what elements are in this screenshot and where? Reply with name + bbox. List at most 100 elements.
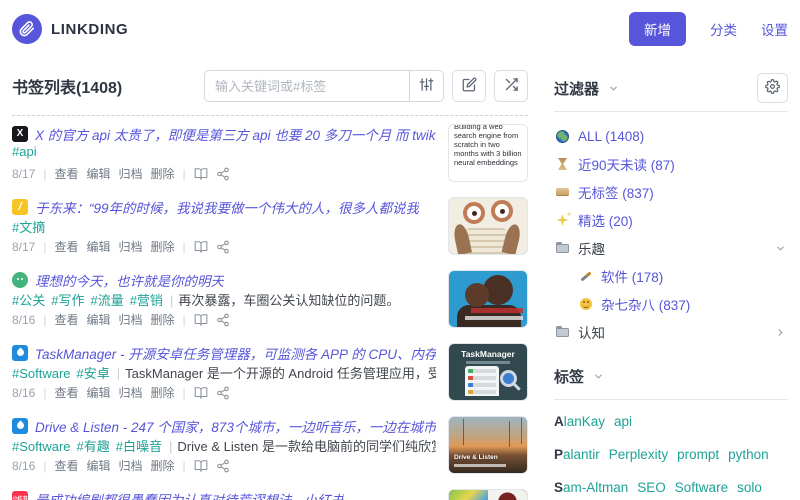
add-bookmark-button[interactable]: 新增 bbox=[629, 12, 686, 46]
edit-action[interactable]: 编辑 bbox=[87, 457, 111, 474]
tag-cloud-item[interactable]: Perplexity bbox=[609, 445, 668, 465]
chevron-down-icon[interactable] bbox=[608, 83, 619, 94]
delete-action[interactable]: 删除 bbox=[151, 457, 175, 474]
bookmark-item: Drive & Listen - 247 个国家，873个城市，一边听音乐，一边… bbox=[12, 408, 528, 481]
tag-cloud-item[interactable]: Palantir bbox=[554, 445, 600, 465]
bookmark-title-line: 小红书 最成功编剧都很愚蠢因为认真对待荒谬想法 - 小红书 bbox=[12, 489, 436, 500]
tag-cloud-item[interactable]: Sam-Altman bbox=[554, 478, 628, 498]
archive-action[interactable]: 归档 bbox=[119, 457, 143, 474]
view-action[interactable]: 查看 bbox=[54, 384, 78, 401]
bookmark-thumbnail[interactable]: Building a web search engine from scratc… bbox=[448, 124, 528, 182]
filter-row: 无标签 (837) bbox=[554, 178, 788, 206]
tag-cloud-item[interactable]: api bbox=[614, 412, 632, 432]
filter-link[interactable]: 近90天未读 (87) bbox=[578, 154, 675, 174]
bookmark-tag[interactable]: #流量 bbox=[90, 293, 123, 308]
view-action[interactable]: 查看 bbox=[54, 238, 78, 255]
share-icon[interactable] bbox=[216, 167, 230, 181]
reader-view-icon[interactable] bbox=[194, 386, 208, 400]
tag-cloud-item[interactable]: python bbox=[728, 445, 769, 465]
edit-action[interactable]: 编辑 bbox=[87, 384, 111, 401]
archive-action[interactable]: 归档 bbox=[119, 384, 143, 401]
tag-cloud-item[interactable]: solo bbox=[737, 478, 762, 498]
bookmark-tag[interactable]: #文摘 bbox=[12, 220, 45, 235]
archive-action[interactable]: 归档 bbox=[119, 311, 143, 328]
bookmark-tag[interactable]: #api bbox=[12, 144, 37, 159]
reader-view-icon[interactable] bbox=[194, 240, 208, 254]
tags-title: 标签 bbox=[554, 368, 585, 386]
tag-cloud-item[interactable]: AlanKay bbox=[554, 412, 605, 432]
bookmark-tag[interactable]: #Software bbox=[12, 439, 71, 454]
bookmark-thumbnail[interactable] bbox=[448, 197, 528, 255]
bookmark-thumbnail[interactable]: TaskManager bbox=[448, 343, 528, 401]
app-logo[interactable]: LINKDING bbox=[12, 14, 128, 44]
bookmark-thumbnail[interactable] bbox=[448, 270, 528, 328]
filter-row: 近90天未读 (87) bbox=[554, 150, 788, 178]
bookmark-tag[interactable]: #白噪音 bbox=[116, 439, 162, 454]
filter-link[interactable]: 软件 (178) bbox=[601, 266, 663, 286]
filter-row: 精选 (20) bbox=[554, 206, 788, 234]
filter-link[interactable]: 无标签 (837) bbox=[578, 182, 654, 202]
chevron-right-icon[interactable] bbox=[775, 327, 788, 338]
tag-cloud-item[interactable]: Software bbox=[675, 478, 728, 498]
bookmark-tag[interactable]: #有趣 bbox=[77, 439, 110, 454]
edit-action[interactable]: 编辑 bbox=[87, 311, 111, 328]
share-icon[interactable] bbox=[216, 313, 230, 327]
bookmark-date: 8/17 bbox=[12, 166, 36, 181]
bookmark-tag[interactable]: #写作 bbox=[51, 293, 84, 308]
bookmark-title-line: X X 的官方 api 太贵了，即便是第三方 api 也要 20 多刀一个月 而 … bbox=[12, 124, 436, 143]
view-action[interactable]: 查看 bbox=[54, 457, 78, 474]
nav-settings-link[interactable]: 设置 bbox=[761, 19, 788, 39]
filter-link[interactable]: 精选 (20) bbox=[578, 210, 633, 230]
edit-action[interactable]: 编辑 bbox=[87, 165, 111, 182]
bookmark-title-link[interactable]: 最成功编剧都很愚蠢因为认真对待荒谬想法 - 小红书 bbox=[35, 489, 344, 500]
delete-action[interactable]: 删除 bbox=[151, 311, 175, 328]
archive-action[interactable]: 归档 bbox=[119, 165, 143, 182]
archive-action[interactable]: 归档 bbox=[119, 238, 143, 255]
view-action[interactable]: 查看 bbox=[54, 311, 78, 328]
search-filters-button[interactable] bbox=[409, 71, 443, 101]
view-action[interactable]: 查看 bbox=[54, 165, 78, 182]
search-box bbox=[204, 70, 444, 102]
shuffle-button[interactable] bbox=[494, 70, 528, 102]
reader-view-icon[interactable] bbox=[194, 167, 208, 181]
bulk-edit-button[interactable] bbox=[452, 70, 486, 102]
bookmark-title-link[interactable]: TaskManager - 开源安卓任务管理器，可监测各 APP 的 CPU、内… bbox=[35, 343, 436, 362]
bookmark-tag[interactable]: #营销 bbox=[130, 293, 163, 308]
app-name: LINKDING bbox=[51, 20, 129, 38]
share-icon[interactable] bbox=[216, 240, 230, 254]
delete-action[interactable]: 删除 bbox=[151, 165, 175, 182]
filter-folder-label[interactable]: 认知 bbox=[578, 322, 605, 342]
bookmark-title-link[interactable]: Drive & Listen - 247 个国家，873个城市，一边听音乐，一边… bbox=[35, 416, 436, 435]
tag-group: Sam-AltmanSEOSoftwaresoloSQLitestripeswi… bbox=[554, 478, 788, 500]
search-input[interactable] bbox=[205, 71, 409, 101]
share-icon[interactable] bbox=[216, 386, 230, 400]
nav-categories-link[interactable]: 分类 bbox=[710, 19, 737, 39]
bookmark-tag[interactable]: #安卓 bbox=[77, 366, 110, 381]
separator: | bbox=[182, 166, 186, 181]
bookmark-thumbnail[interactable]: Drive & Listen bbox=[448, 416, 528, 474]
chevron-down-icon[interactable] bbox=[593, 371, 604, 382]
filter-row: 认知 bbox=[554, 318, 788, 346]
tag-group: AlanKay api bbox=[554, 412, 788, 432]
filter-folder-label[interactable]: 乐趣 bbox=[578, 238, 605, 258]
chevron-down-icon[interactable] bbox=[775, 243, 788, 254]
separator: | bbox=[43, 385, 47, 400]
bookmark-title-link[interactable]: X 的官方 api 太贵了，即便是第三方 api 也要 20 多刀一个月 而 t… bbox=[35, 124, 436, 143]
filter-settings-button[interactable] bbox=[757, 73, 788, 103]
bookmark-tag[interactable]: #公关 bbox=[12, 293, 45, 308]
share-icon[interactable] bbox=[216, 459, 230, 473]
tag-cloud-item[interactable]: SEO bbox=[637, 478, 666, 498]
filter-link[interactable]: ALL (1408) bbox=[578, 129, 644, 144]
tag-cloud-item[interactable]: prompt bbox=[677, 445, 719, 465]
divider bbox=[554, 399, 788, 400]
reader-view-icon[interactable] bbox=[194, 459, 208, 473]
bookmark-tag[interactable]: #Software bbox=[12, 366, 71, 381]
delete-action[interactable]: 删除 bbox=[151, 384, 175, 401]
bookmark-title-link[interactable]: 理想的今天，也许就是你的明天 bbox=[35, 270, 224, 289]
bookmark-title-link[interactable]: 于东来：“99年的时候，我说我要做一个伟大的人，很多人都说我 bbox=[35, 197, 419, 216]
reader-view-icon[interactable] bbox=[194, 313, 208, 327]
delete-action[interactable]: 删除 bbox=[151, 238, 175, 255]
edit-action[interactable]: 编辑 bbox=[87, 238, 111, 255]
filter-link[interactable]: 杂七杂八 (837) bbox=[601, 294, 690, 314]
bookmark-thumbnail[interactable] bbox=[448, 489, 528, 500]
